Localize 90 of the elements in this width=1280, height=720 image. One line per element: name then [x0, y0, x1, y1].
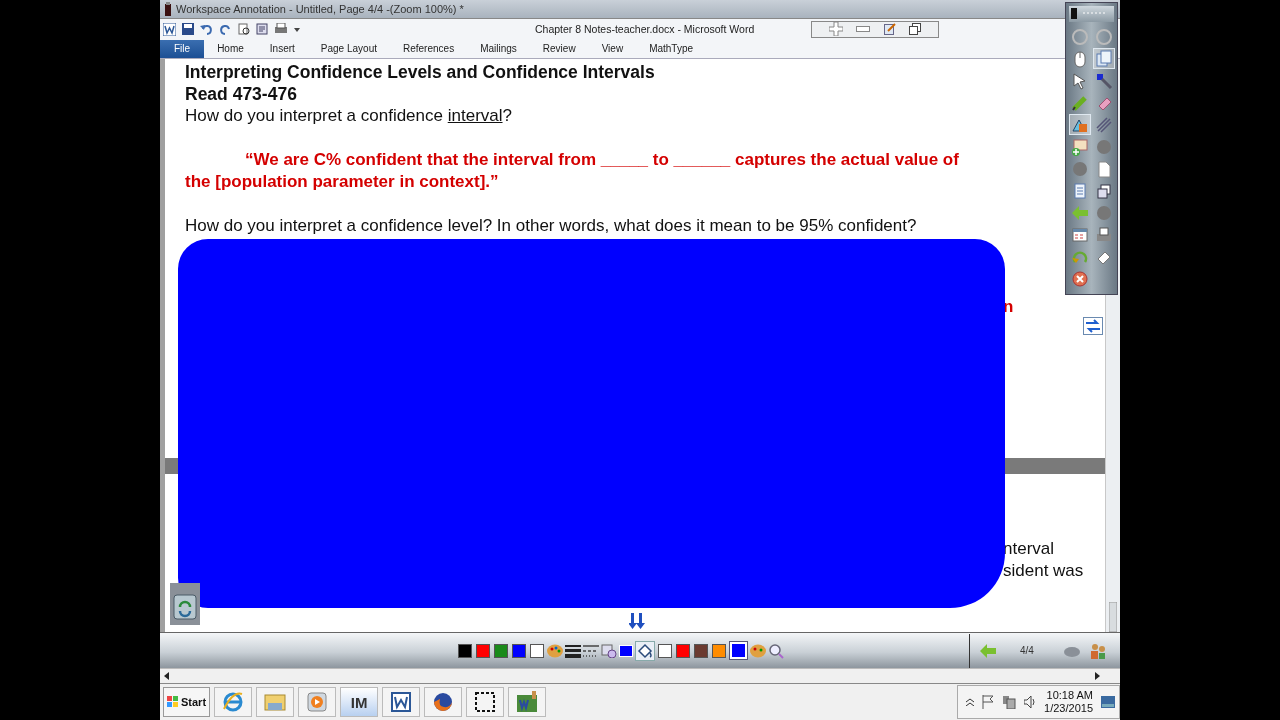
word-icon[interactable]	[163, 22, 176, 36]
people-icon[interactable]	[1089, 642, 1106, 659]
document-icon[interactable]	[256, 23, 268, 36]
fill-color-swatch[interactable]	[658, 643, 672, 658]
line-style-icon[interactable]	[583, 643, 599, 658]
show-desktop-icon[interactable]	[1101, 696, 1115, 709]
app-icon	[164, 2, 172, 16]
clock-date: 1/23/2015	[1044, 702, 1093, 716]
minus-icon[interactable]	[856, 26, 871, 33]
shapes-icon[interactable]	[601, 643, 617, 658]
printer-icon	[1094, 225, 1113, 244]
circle-icon	[1070, 27, 1089, 46]
reading-assignment: Read 473-476	[185, 82, 297, 105]
save-icon[interactable]	[182, 23, 194, 36]
fill-color-swatch[interactable]	[712, 643, 726, 658]
blob-icon	[1094, 203, 1113, 222]
blob-icon	[1070, 159, 1089, 178]
clock-time: 10:18 AM	[1046, 689, 1093, 703]
start-button[interactable]: Start	[163, 687, 211, 718]
pen-color-swatch[interactable]	[530, 643, 544, 658]
close-icon	[1070, 269, 1089, 288]
scroll-left-icon[interactable]	[164, 672, 170, 681]
ribbon-tab[interactable]: Insert	[256, 39, 308, 58]
undo-icon[interactable]	[200, 23, 214, 36]
marker-icon	[1070, 93, 1089, 112]
redo-icon[interactable]	[220, 23, 232, 36]
question-text: How do you interpret a confidence interval?	[185, 104, 512, 127]
double-down-arrow-icon[interactable]	[629, 612, 645, 629]
document-title: Chapter 8 Notes-teacher.docx - Microsoft Word	[535, 22, 755, 35]
taskbar-button[interactable]: IM	[340, 687, 379, 718]
window-title: Workspace Annotation - Untitled, Page 4/4 -(Zoom 100%) *	[176, 3, 464, 15]
scroll-right-icon[interactable]	[1094, 672, 1100, 681]
workspace-icon	[516, 691, 539, 714]
ribbon-tab[interactable]: References	[390, 39, 468, 58]
restore-icon[interactable]	[909, 23, 922, 36]
window-icon	[1094, 181, 1113, 200]
tool-button[interactable]	[1068, 114, 1091, 135]
ribbon-tab[interactable]: Review	[529, 39, 589, 58]
blob-icon	[1094, 137, 1113, 156]
speaker-icon[interactable]	[1024, 695, 1037, 710]
ribbon-tab[interactable]: Mailings	[467, 39, 530, 58]
taskbar-button[interactable]	[424, 687, 463, 718]
calendar-icon	[1070, 225, 1089, 244]
swap-arrows-icon[interactable]	[1083, 316, 1103, 335]
question-text: How do you interpret a confidence level? In other words, what does it mean to be 95% confident?	[185, 214, 917, 237]
lines-icon	[1094, 115, 1113, 134]
recycle-icon[interactable]	[170, 582, 200, 625]
print-icon[interactable]	[274, 23, 288, 36]
network-icon[interactable]	[1002, 695, 1017, 710]
fill-color-swatch[interactable]	[694, 643, 708, 658]
text-fragment: sident was	[1003, 559, 1084, 582]
chevron-up-icon[interactable]	[966, 698, 975, 707]
circle-icon	[1094, 27, 1113, 46]
pages-icon	[1094, 49, 1113, 68]
heading: Interpreting Confidence Levels and Confidence Intervals	[185, 60, 655, 83]
table-add-icon	[1070, 137, 1089, 156]
tool-button[interactable]	[1092, 48, 1115, 69]
windows-logo-icon	[167, 696, 179, 709]
page-indicator: 4/4	[1020, 645, 1034, 657]
pen-color-swatch[interactable]	[512, 643, 526, 658]
pen-color-swatch[interactable]	[494, 643, 508, 658]
taskbar-button[interactable]	[382, 687, 421, 718]
pen-color-swatch[interactable]	[476, 643, 490, 658]
fill-color-icon[interactable]	[619, 644, 633, 657]
pen-color-swatch[interactable]	[458, 643, 472, 658]
ribbon-tab[interactable]: File	[160, 39, 205, 58]
ribbon-tab[interactable]: Home	[204, 39, 257, 58]
firefox-icon	[432, 691, 455, 714]
palette-icon[interactable]	[547, 643, 563, 658]
edit-icon[interactable]	[883, 23, 896, 36]
taskbar-button[interactable]	[466, 687, 505, 718]
fill-tool-button[interactable]	[635, 640, 655, 661]
media-player-icon	[306, 691, 329, 714]
selection-icon	[474, 691, 497, 714]
taskbar-button[interactable]	[508, 687, 547, 718]
word-icon	[390, 691, 413, 714]
fill-color-swatch[interactable]	[676, 643, 690, 658]
quote-text: “We are C% confident that the interval from _____ to ______ captures the actual value of the [population parameter in context].”	[185, 148, 960, 193]
browser-icon	[222, 691, 245, 714]
magnifier-icon[interactable]	[768, 642, 784, 659]
ribbon-tab[interactable]: View	[588, 39, 637, 58]
bucket-icon	[637, 642, 653, 659]
ribbon-tab[interactable]: Page Layout	[307, 39, 390, 58]
flag-icon[interactable]	[982, 695, 995, 710]
scroll-thumb-icon	[1109, 602, 1117, 633]
pen-icon	[1094, 71, 1113, 90]
ribbon-tab[interactable]: MathType	[636, 39, 707, 58]
print-preview-icon[interactable]	[238, 23, 250, 36]
line-width-icon[interactable]	[565, 643, 581, 658]
folder-icon	[264, 691, 287, 714]
